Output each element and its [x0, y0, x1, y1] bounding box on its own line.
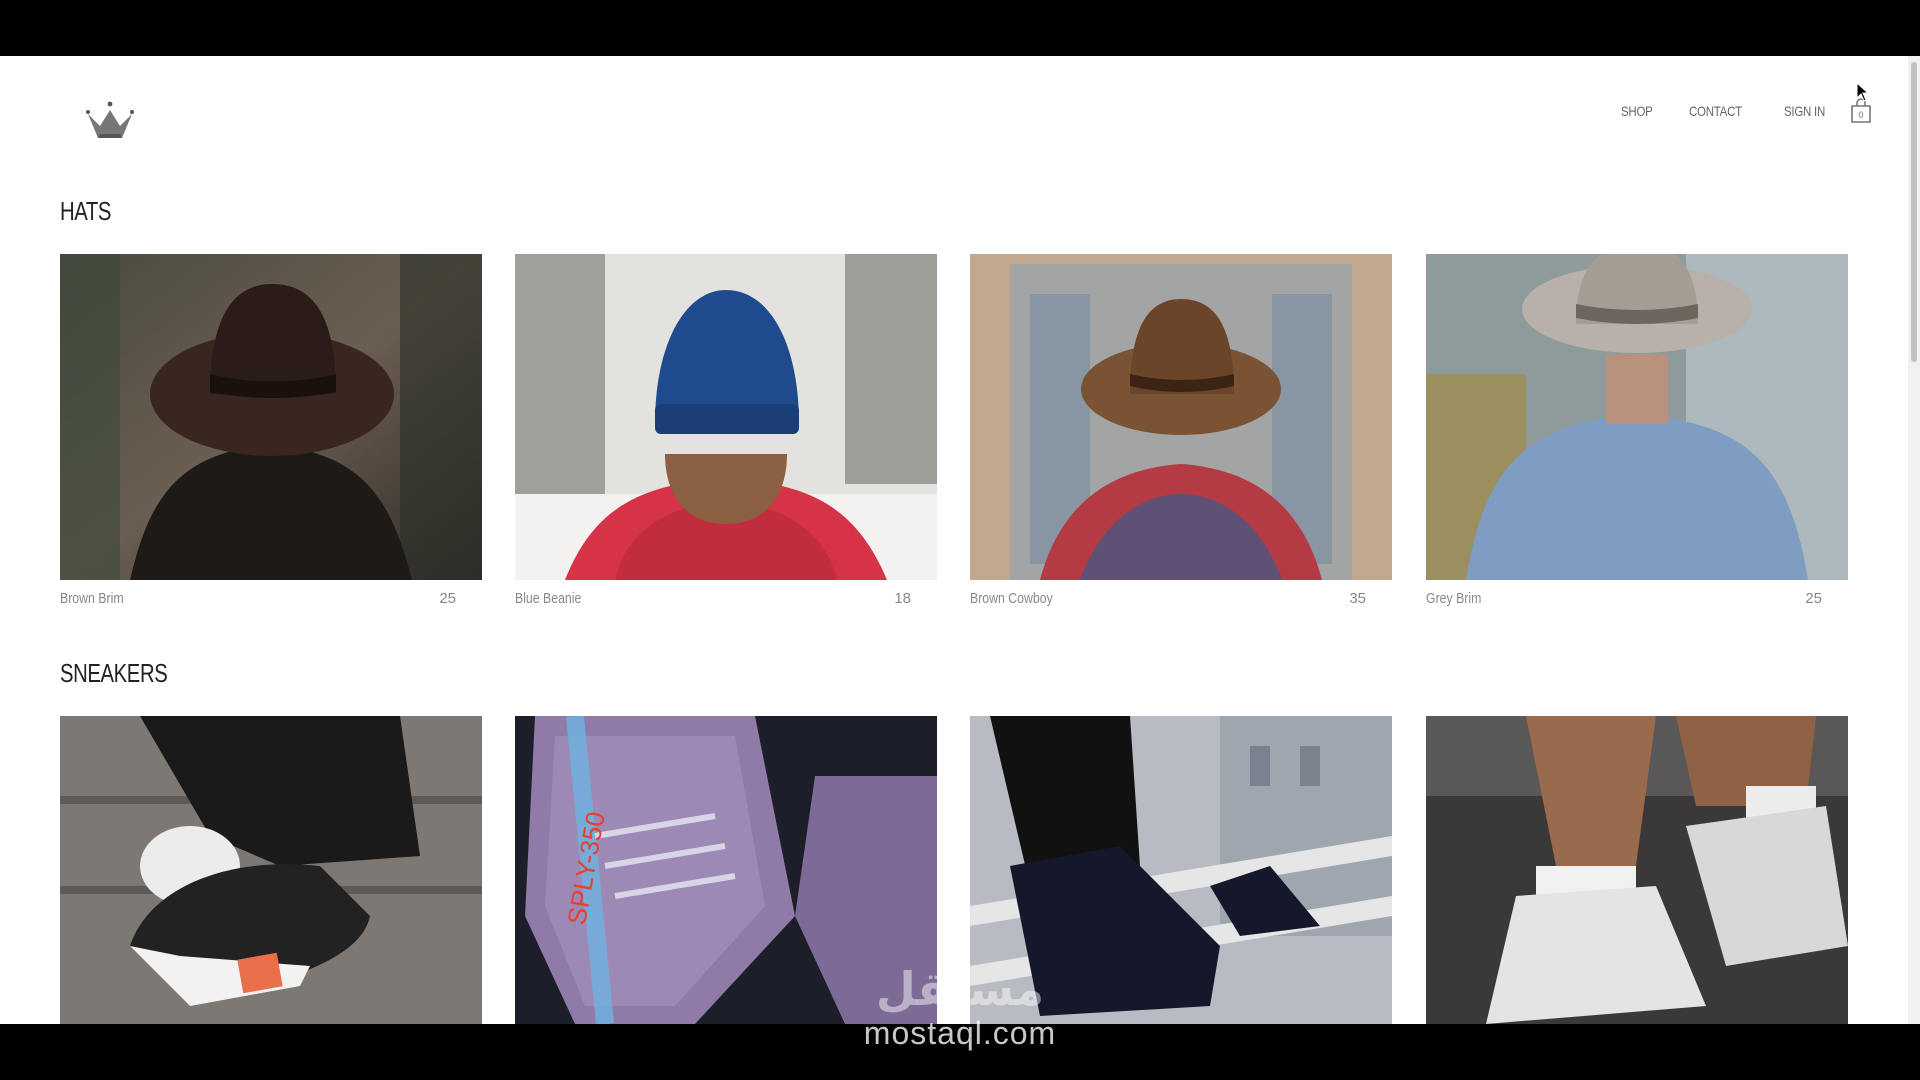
crown-logo-icon[interactable]: [84, 100, 136, 142]
product-image-blue-beanie[interactable]: [515, 254, 937, 580]
product-price: 35: [1349, 590, 1366, 607]
product-card[interactable]: Brown Brim 25: [60, 254, 482, 607]
svg-text:0: 0: [1858, 110, 1863, 120]
product-name: Brown Cowboy: [970, 590, 1053, 607]
section-title-sneakers[interactable]: SNEAKERS: [60, 658, 168, 689]
top-nav: SHOP CONTACT SIGN IN 0: [1591, 98, 1872, 124]
scrollbar-thumb[interactable]: [1911, 62, 1917, 362]
product-meta: Blue Beanie 18: [515, 590, 937, 607]
product-card[interactable]: [1426, 716, 1848, 1024]
product-meta: Brown Brim 25: [60, 590, 482, 607]
product-name: Grey Brim: [1426, 590, 1482, 607]
product-image-sneaker-black[interactable]: [60, 716, 482, 1024]
product-meta: Grey Brim 25: [1426, 590, 1848, 607]
product-price: 25: [1805, 590, 1822, 607]
product-image-brown-brim[interactable]: [60, 254, 482, 580]
nav-shop-link[interactable]: SHOP: [1621, 103, 1653, 119]
watermark-arabic: مستقل: [875, 962, 1045, 1016]
shop-page: SHOP CONTACT SIGN IN 0 HATS Brown Brim 2…: [0, 56, 1908, 1024]
product-card[interactable]: [60, 716, 482, 1024]
product-image-brown-cowboy[interactable]: [970, 254, 1392, 580]
watermark: مستقل mostaql.com: [842, 966, 1078, 1050]
product-price: 18: [894, 590, 911, 607]
section-title-hats[interactable]: HATS: [60, 196, 111, 227]
product-card[interactable]: Grey Brim 25: [1426, 254, 1848, 607]
nav-sign-in-link[interactable]: SIGN IN: [1784, 103, 1825, 119]
watermark-latin: mostaql.com: [863, 1015, 1057, 1051]
product-card[interactable]: Blue Beanie 18: [515, 254, 937, 607]
product-name: Brown Brim: [60, 590, 124, 607]
product-name: Blue Beanie: [515, 590, 582, 607]
product-image-grey-brim[interactable]: [1426, 254, 1848, 580]
product-meta: Brown Cowboy 35: [970, 590, 1392, 607]
product-image-sneaker-white[interactable]: [1426, 716, 1848, 1024]
product-price: 25: [439, 590, 456, 607]
page-scrollbar[interactable]: [1908, 56, 1920, 1024]
mouse-cursor-icon: [1856, 81, 1870, 102]
product-card[interactable]: Brown Cowboy 35: [970, 254, 1392, 607]
nav-contact-link[interactable]: CONTACT: [1689, 103, 1742, 119]
